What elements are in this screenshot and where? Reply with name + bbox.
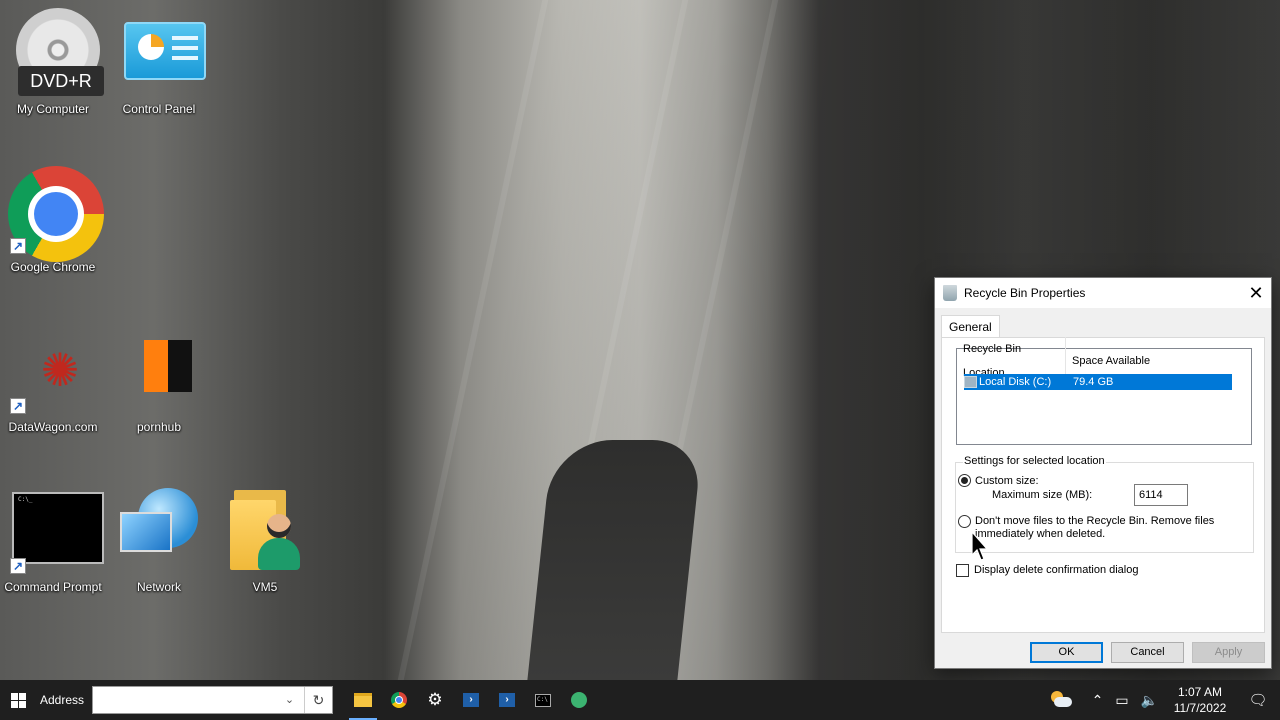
command-prompt-icon: C:\ bbox=[535, 693, 552, 707]
desktop-icon-label: DataWagon.com bbox=[8, 420, 98, 434]
settings-groupbox: Settings for selected location Custom si… bbox=[955, 455, 1254, 553]
taskbar-settings[interactable]: ⚙ bbox=[417, 680, 453, 720]
app-icon bbox=[571, 692, 588, 708]
close-icon: ✕ bbox=[1248, 283, 1264, 303]
ok-button[interactable]: OK bbox=[1030, 642, 1103, 663]
space-cell: 79.4 GB bbox=[1073, 376, 1114, 388]
desktop-icon-command-prompt[interactable]: ↗ Command Prompt bbox=[0, 486, 106, 594]
file-explorer-icon bbox=[354, 693, 373, 707]
desktop-icon-label: Control Panel bbox=[122, 102, 196, 116]
powershell-icon: › bbox=[463, 693, 480, 707]
location-list[interactable]: Recycle Bin Location Space Available Loc… bbox=[956, 337, 1252, 445]
desktop-icon-label: Google Chrome bbox=[10, 260, 96, 274]
notification-center-icon[interactable]: 🗨 bbox=[1236, 691, 1280, 709]
address-toolbar-label: Address bbox=[40, 693, 85, 707]
clock-date: 11/7/2022 bbox=[1173, 701, 1227, 715]
windows-logo-icon bbox=[10, 692, 26, 708]
dont-move-label-line1[interactable]: Don't move files to the Recycle Bin. Rem… bbox=[975, 515, 1214, 528]
drive-icon bbox=[964, 376, 977, 388]
address-bar: ⌄ ↻ bbox=[92, 686, 334, 714]
tab-strip: General bbox=[941, 315, 1000, 338]
taskbar-app[interactable] bbox=[561, 680, 597, 720]
taskbar-command-prompt[interactable]: C:\ bbox=[525, 680, 561, 720]
network-icon bbox=[114, 486, 204, 576]
tab-general[interactable]: General bbox=[941, 315, 1000, 338]
desktop-icon-label: Network bbox=[136, 580, 181, 594]
group-label: Settings for selected location bbox=[963, 455, 1106, 467]
control-panel-icon bbox=[114, 8, 206, 98]
list-header: Recycle Bin Location Space Available bbox=[957, 337, 1251, 385]
refresh-go-icon[interactable]: ↻ bbox=[304, 687, 332, 713]
chevron-up-icon[interactable]: ⌃ bbox=[1086, 692, 1110, 709]
clock[interactable]: 1:07 AM 11/7/2022 bbox=[1164, 684, 1236, 716]
desktop-icon-label: VM5 bbox=[252, 580, 278, 594]
desktop-icon-control-panel[interactable]: Control Panel bbox=[106, 8, 212, 116]
general-tab-panel: Recycle Bin Location Space Available Loc… bbox=[941, 337, 1265, 633]
recycle-bin-icon bbox=[943, 285, 957, 301]
column-header-space[interactable]: Space Available bbox=[1066, 349, 1150, 373]
recycle-bin-properties-dialog: Recycle Bin Properties ✕ General Recycle… bbox=[934, 277, 1272, 669]
dvd-label: DVD+R bbox=[18, 66, 104, 96]
chrome-icon bbox=[391, 692, 408, 708]
apply-button[interactable]: Apply bbox=[1192, 642, 1265, 663]
desktop-icon-google-chrome[interactable]: ↗ Google Chrome bbox=[0, 166, 106, 274]
shortcut-arrow-icon: ↗ bbox=[10, 398, 26, 414]
chevron-down-icon[interactable]: ⌄ bbox=[285, 693, 294, 706]
wallpaper-rock bbox=[527, 440, 703, 680]
datawagon-icon: ✺ bbox=[40, 344, 80, 396]
close-button[interactable]: ✕ bbox=[1241, 278, 1271, 308]
dont-move-label-line2[interactable]: immediately when deleted. bbox=[975, 528, 1105, 541]
taskbar-powershell[interactable]: › bbox=[453, 680, 489, 720]
custom-size-radio[interactable] bbox=[958, 474, 971, 487]
dont-move-radio[interactable] bbox=[958, 515, 971, 528]
taskbar-chrome[interactable] bbox=[381, 680, 417, 720]
desktop-icon-my-computer[interactable]: DVD+R My Computer bbox=[0, 8, 106, 116]
cancel-button[interactable]: Cancel bbox=[1111, 642, 1184, 663]
custom-size-label[interactable]: Custom size: bbox=[975, 475, 1039, 488]
location-cell: Local Disk (C:) bbox=[979, 376, 1052, 388]
user-folder-icon bbox=[220, 486, 310, 576]
list-item[interactable]: Local Disk (C:) 79.4 GB bbox=[964, 374, 1232, 390]
desktop-icon-label: pornhub bbox=[136, 420, 182, 434]
powershell-icon: › bbox=[499, 693, 516, 707]
desktop-icon-label: Command Prompt bbox=[4, 580, 102, 594]
weather-icon[interactable] bbox=[1048, 691, 1072, 709]
settings-gear-icon: ⚙ bbox=[427, 690, 443, 709]
command-prompt-icon bbox=[12, 492, 104, 564]
desktop-icon-vm5[interactable]: VM5 bbox=[212, 486, 318, 594]
max-size-label: Maximum size (MB): bbox=[992, 489, 1093, 501]
max-size-input[interactable] bbox=[1134, 484, 1188, 506]
clock-time: 1:07 AM bbox=[1177, 685, 1223, 699]
taskbar-powershell-2[interactable]: › bbox=[489, 680, 525, 720]
network-status-icon[interactable]: ▭ bbox=[1109, 692, 1134, 709]
desktop-icon-datawagon[interactable]: ✺ ↗ DataWagon.com bbox=[0, 326, 106, 434]
start-button[interactable] bbox=[0, 680, 36, 720]
desktop-icon-label: My Computer bbox=[16, 102, 90, 116]
desktop-icon-pornhub[interactable]: pornhub bbox=[106, 326, 212, 434]
dialog-title: Recycle Bin Properties bbox=[964, 286, 1086, 300]
taskbar-file-explorer[interactable] bbox=[345, 680, 381, 720]
taskbar: Address ⌄ ↻ ⚙ › › C:\ ⌃ ▭ 🔈 1:07 AM 11/7… bbox=[0, 680, 1280, 720]
shortcut-arrow-icon: ↗ bbox=[10, 558, 26, 574]
mouse-cursor-icon bbox=[971, 531, 989, 561]
dialog-titlebar[interactable]: Recycle Bin Properties ✕ bbox=[935, 278, 1271, 308]
desktop-icon-network[interactable]: Network bbox=[106, 486, 212, 594]
shortcut-arrow-icon: ↗ bbox=[10, 238, 26, 254]
confirm-dialog-label[interactable]: Display delete confirmation dialog bbox=[974, 564, 1138, 577]
volume-icon[interactable]: 🔈 bbox=[1135, 692, 1164, 709]
system-tray: ⌃ ▭ 🔈 1:07 AM 11/7/2022 🗨 bbox=[1048, 680, 1280, 720]
pornhub-icon bbox=[144, 340, 192, 392]
address-input[interactable] bbox=[93, 687, 284, 713]
confirm-dialog-checkbox[interactable] bbox=[956, 564, 969, 577]
